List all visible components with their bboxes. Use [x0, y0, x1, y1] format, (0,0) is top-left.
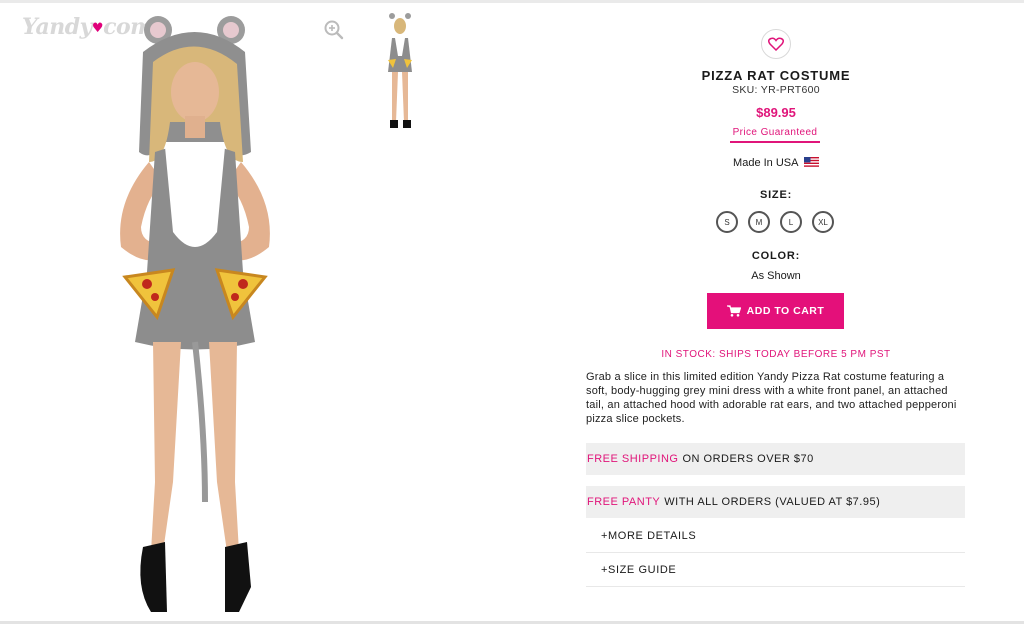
wishlist-button[interactable]	[761, 29, 791, 59]
free-panty-banner: FREE PANTY WITH ALL ORDERS (VALUED AT $7…	[586, 486, 965, 518]
add-to-cart-label: ADD TO CART	[746, 305, 825, 317]
stock-status: IN STOCK: SHIPS TODAY BEFORE 5 PM PST	[661, 349, 891, 360]
product-main-image[interactable]	[55, 12, 315, 618]
promo-text: WITH ALL ORDERS (VALUED AT $7.95)	[664, 496, 881, 508]
us-flag-icon	[803, 157, 819, 167]
free-shipping-banner: FREE SHIPPING ON ORDERS OVER $70	[586, 443, 965, 475]
product-description: Grab a slice in this limited edition Yan…	[586, 371, 957, 425]
zoom-in-icon[interactable]	[323, 19, 345, 41]
heart-outline-icon	[768, 37, 784, 51]
promo-text: ON ORDERS OVER $70	[682, 453, 814, 465]
color-value: As Shown	[751, 270, 801, 282]
size-selector: S M L XL	[716, 211, 834, 233]
color-label: COLOR:	[751, 250, 801, 262]
more-details-toggle[interactable]: +MORE DETAILS	[586, 520, 965, 553]
price-guarantee-link[interactable]: Price Guaranteed	[730, 127, 820, 143]
size-option-xl[interactable]: XL	[812, 211, 834, 233]
top-border	[0, 0, 1024, 3]
promo-highlight: FREE PANTY	[587, 496, 661, 508]
add-to-cart-button[interactable]: ADD TO CART	[707, 293, 844, 329]
size-guide-toggle[interactable]: +SIZE GUIDE	[586, 554, 965, 587]
product-price: $89.95	[756, 105, 796, 120]
product-thumbnail[interactable]	[376, 12, 424, 132]
size-option-s[interactable]: S	[716, 211, 738, 233]
product-sku: SKU: YR-PRT600	[732, 84, 820, 96]
cart-icon	[726, 305, 741, 317]
made-in-label: Made In USA	[733, 157, 798, 169]
made-in-usa: Made In USA	[586, 157, 966, 169]
product-title: PIZZA RAT COSTUME	[701, 68, 851, 83]
size-option-l[interactable]: L	[780, 211, 802, 233]
size-label: SIZE:	[759, 189, 793, 201]
size-option-m[interactable]: M	[748, 211, 770, 233]
promo-highlight: FREE SHIPPING	[587, 453, 679, 465]
